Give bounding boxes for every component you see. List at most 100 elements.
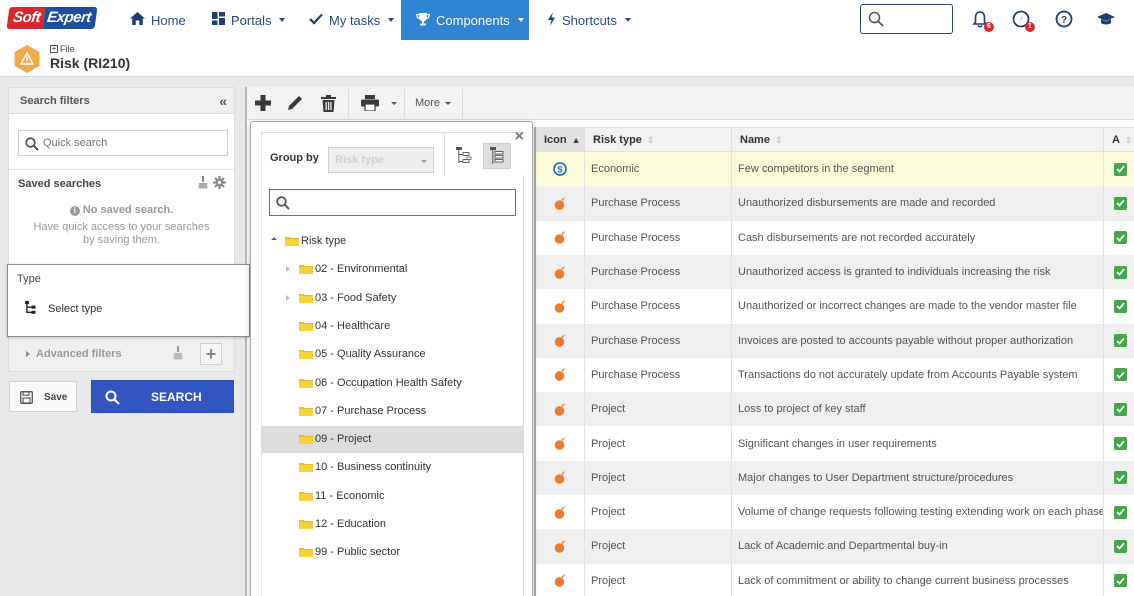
cell-risk-type: Project bbox=[585, 426, 732, 461]
help-button[interactable]: ? bbox=[1053, 8, 1075, 30]
page-title: Risk (RI210) bbox=[50, 55, 131, 71]
search-icon bbox=[105, 390, 120, 405]
table-row[interactable]: Purchase Process Unauthorized or incorrec… bbox=[536, 289, 1134, 324]
cell-icon: $ bbox=[536, 152, 585, 187]
collapsed-caret-icon[interactable] bbox=[286, 294, 290, 301]
divider bbox=[9, 169, 234, 170]
table-row[interactable]: Purchase Process Unauthorized disbursemen… bbox=[536, 186, 1134, 221]
table-row[interactable]: Purchase Process Cash disbursements are n… bbox=[536, 220, 1134, 255]
nav-shortcuts[interactable]: Shortcuts bbox=[537, 0, 641, 40]
clear-broom-icon[interactable] bbox=[198, 176, 208, 189]
global-search-input[interactable] bbox=[860, 4, 953, 34]
gear-icon[interactable] bbox=[213, 176, 226, 189]
search-button[interactable]: SEARCH bbox=[91, 380, 234, 413]
list-tree-view-button[interactable] bbox=[483, 143, 511, 169]
learning-button[interactable] bbox=[1095, 8, 1117, 30]
print-options-dropdown[interactable] bbox=[387, 87, 401, 119]
bomb-icon bbox=[554, 574, 566, 588]
tree-root-node[interactable]: Risk type bbox=[262, 228, 523, 255]
tree-node[interactable]: 06 - Occupation Health Safety bbox=[262, 370, 523, 397]
save-search-button[interactable]: Save bbox=[9, 381, 77, 412]
cell-active bbox=[1104, 495, 1134, 529]
collapse-panel-icon[interactable]: « bbox=[219, 93, 227, 109]
checkbox-checked-icon bbox=[1113, 265, 1127, 279]
cell-icon bbox=[536, 186, 585, 221]
grid-header: Icon ▲ Risk type ⇕ Name ⇕ A ⇕ bbox=[536, 127, 1134, 152]
advanced-filters-toggle[interactable]: Advanced filters bbox=[36, 348, 122, 360]
group-tree-search-field[interactable] bbox=[269, 189, 516, 216]
tree-node[interactable]: 03 - Food Safety bbox=[262, 285, 523, 312]
tree-node[interactable]: 05 - Quality Assurance bbox=[262, 341, 523, 368]
bomb-icon bbox=[554, 540, 566, 553]
column-header-icon[interactable]: Icon ▲ bbox=[536, 128, 585, 152]
checkbox-checked-icon bbox=[1113, 299, 1127, 313]
tree-node[interactable]: 11 - Economic bbox=[262, 483, 523, 510]
nav-portals-label: Portals bbox=[231, 12, 272, 28]
cell-active bbox=[1104, 289, 1134, 323]
cell-name: Volume of change requests following test… bbox=[732, 495, 1104, 530]
tree-structure-icon bbox=[25, 301, 36, 314]
table-row[interactable]: Project Significant changes in user requi… bbox=[536, 426, 1134, 461]
quick-search-input[interactable] bbox=[43, 133, 223, 153]
risk-grid: Icon ▲ Risk type ⇕ Name ⇕ A ⇕ $ Economic Few c… bbox=[534, 127, 1134, 596]
breadcrumb-file[interactable]: + File bbox=[50, 44, 75, 54]
cell-active bbox=[1104, 564, 1134, 596]
delete-button[interactable] bbox=[315, 87, 341, 119]
column-header-active[interactable]: A ⇕ bbox=[1104, 128, 1134, 152]
add-filter-button[interactable]: + bbox=[200, 343, 222, 365]
quick-search-field[interactable] bbox=[18, 130, 228, 156]
nav-components[interactable]: Components bbox=[401, 0, 529, 40]
expanded-caret-icon[interactable] bbox=[271, 237, 277, 243]
sort-icon: ⇕ bbox=[774, 135, 783, 145]
softexpert-logo[interactable]: Soft Expert bbox=[6, 7, 98, 29]
edit-button[interactable] bbox=[282, 87, 308, 119]
table-row[interactable]: Purchase Process Invoices are posted to a… bbox=[536, 323, 1134, 358]
cell-name: Loss to project of key staff bbox=[732, 392, 1104, 427]
tree-node[interactable]: 99 - Public sector bbox=[262, 539, 523, 566]
table-row[interactable]: Purchase Process Unauthorized access is g… bbox=[536, 254, 1134, 290]
table-row[interactable]: Purchase Process Transactions do not accu… bbox=[536, 357, 1134, 393]
close-icon[interactable]: × bbox=[515, 128, 524, 146]
table-row[interactable]: Project Loss to project of key staff bbox=[536, 392, 1134, 427]
print-button[interactable] bbox=[357, 87, 383, 119]
notifications-button[interactable]: 6 bbox=[969, 8, 994, 32]
hierarchy-view-button[interactable] bbox=[450, 143, 478, 169]
tasks-compass-button[interactable]: 1 bbox=[1010, 8, 1035, 32]
chevron-down-icon bbox=[517, 18, 524, 22]
cell-risk-type: Purchase Process bbox=[585, 186, 732, 221]
clear-broom-icon[interactable] bbox=[173, 346, 183, 360]
tree-node[interactable]: 02 - Environmental bbox=[262, 256, 523, 283]
collapsed-caret-icon[interactable] bbox=[286, 266, 290, 273]
cell-risk-type: Project bbox=[585, 529, 732, 564]
column-header-name[interactable]: Name ⇕ bbox=[732, 128, 1104, 152]
column-header-risk-type[interactable]: Risk type ⇕ bbox=[585, 128, 732, 152]
table-row[interactable]: Project Volume of change requests followi… bbox=[536, 495, 1134, 530]
bomb-icon bbox=[554, 265, 566, 279]
caret-right-icon[interactable] bbox=[26, 351, 30, 357]
search-filters-header: Search filters « bbox=[8, 87, 235, 114]
tree-node[interactable]: 10 - Business continuity bbox=[262, 454, 523, 481]
group-by-select[interactable]: Risk type bbox=[328, 147, 434, 173]
table-row[interactable]: $ Economic Few competitors in the segment bbox=[536, 152, 1134, 187]
check-icon bbox=[309, 12, 323, 28]
tree-node[interactable]: 04 - Healthcare bbox=[262, 313, 523, 340]
tree-node[interactable]: 07 - Purchase Process bbox=[262, 398, 523, 425]
nav-home[interactable]: Home bbox=[120, 0, 196, 40]
table-row[interactable]: Project Lack of commitment or ability to … bbox=[536, 563, 1134, 596]
add-button[interactable] bbox=[250, 87, 276, 119]
group-tree-search-input[interactable] bbox=[294, 193, 509, 212]
no-saved-text: No saved search. bbox=[82, 204, 174, 216]
table-row[interactable]: Project Major changes to User Department … bbox=[536, 460, 1134, 495]
select-type-link[interactable]: Select type bbox=[48, 303, 102, 315]
tree-node-label: 11 - Economic bbox=[315, 489, 385, 502]
tree-node[interactable]: 12 - Education bbox=[262, 511, 523, 538]
table-row[interactable]: Project Lack of Academic and Departmental… bbox=[536, 529, 1134, 564]
nav-my-tasks[interactable]: My tasks bbox=[299, 0, 404, 40]
toolbar-divider bbox=[404, 89, 405, 118]
nav-portals[interactable]: Portals bbox=[202, 0, 295, 40]
more-menu-button[interactable]: More bbox=[407, 87, 459, 119]
tree-node[interactable]: 09 - Project bbox=[262, 426, 523, 454]
grid-icon bbox=[212, 12, 225, 28]
folder-icon bbox=[299, 463, 313, 473]
cell-active bbox=[1104, 529, 1134, 563]
